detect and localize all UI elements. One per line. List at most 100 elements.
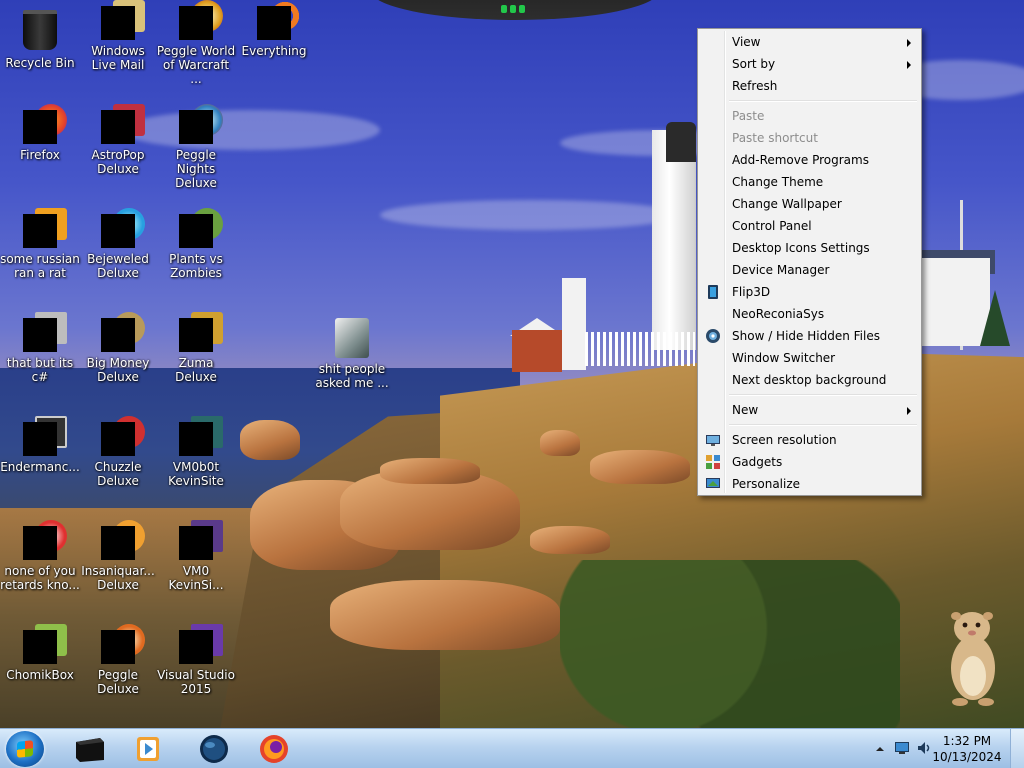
recycle-bin-icon [23,10,57,50]
menu-item-new[interactable]: New [700,399,919,421]
menu-item-label: Personalize [732,477,801,491]
menu-item-show-hide-hidden-files[interactable]: Show / Hide Hidden Files [700,325,919,347]
desktop-icon-astropop[interactable]: AstroPop Deluxe [78,104,158,176]
terminal-icon[interactable] [70,732,110,766]
menu-item-device-manager[interactable]: Device Manager [700,259,919,281]
desktop-icon-zuma[interactable]: Zuma Deluxe [156,312,236,384]
personalize-icon [706,478,720,488]
desktop-icon-label: Zuma Deluxe [175,356,217,384]
plants-vs-zombies-icon [179,208,223,248]
peggle-nights-icon [179,104,223,144]
media-player-icon[interactable] [128,732,168,766]
show-hidden-icons-icon[interactable] [876,745,884,753]
menu-item-neoreconiasys[interactable]: NeoReconiaSys [700,303,919,325]
desktop-context-menu: View Sort by Refresh Paste Paste shortcu… [697,28,922,496]
desktop-icon-big-money[interactable]: Big Money Deluxe [78,312,158,384]
menu-item-label: Add-Remove Programs [732,153,869,167]
desktop-icon-peggle-deluxe[interactable]: Peggle Deluxe [78,624,158,696]
menu-item-change-theme[interactable]: Change Theme [700,171,919,193]
globe-icon[interactable] [194,732,234,766]
zuma-icon [179,312,223,352]
menu-separator [700,97,919,105]
desktop-icon-peggle-nights[interactable]: Peggle Nights Deluxe [156,104,236,190]
menu-item-label: Screen resolution [732,433,837,447]
white-tower [562,278,586,370]
menu-item-label: New [732,403,759,417]
desktop-icon-label: some russian ran a rat [0,252,80,280]
desktop-icon-label: Insaniquar... Deluxe [81,564,155,592]
desktop-icon-firefox[interactable]: Firefox [0,104,80,162]
desktop-icon-none-of-you[interactable]: none of you retards kno... [0,520,80,592]
astropop-icon [101,104,145,144]
desktop-icon-label: Bejeweled Deluxe [87,252,149,280]
white-fence [585,332,695,366]
folder-icon [335,318,369,358]
desktop-icon-shit-people-asked[interactable]: shit people asked me ... [312,318,392,390]
menu-item-label: Window Switcher [732,351,836,365]
firefox-icon[interactable] [254,732,294,766]
menu-item-label: Next desktop background [732,373,887,387]
desktop-icon-endermanc[interactable]: Endermanc... [0,416,80,474]
menu-item-window-switcher[interactable]: Window Switcher [700,347,919,369]
menu-item-paste[interactable]: Paste [700,105,919,127]
gadgets-icon [706,455,720,469]
desktop-icon-windows-live-mail[interactable]: Windows Live Mail [78,0,158,72]
menu-item-desktop-icons-settings[interactable]: Desktop Icons Settings [700,237,919,259]
menu-item-flip3d[interactable]: Flip3D [700,281,919,303]
menu-item-personalize[interactable]: Personalize [700,473,919,495]
desktop-icon-label: Firefox [20,148,60,162]
desktop-icon-chuzzle[interactable]: Chuzzle Deluxe [78,416,158,488]
menu-item-screen-resolution[interactable]: Screen resolution [700,429,919,451]
menu-item-label: Show / Hide Hidden Files [732,329,880,343]
app-icon [23,416,67,456]
desktop-icon-visual-studio[interactable]: Visual Studio 2015 [156,624,236,696]
menu-item-add-remove-programs[interactable]: Add-Remove Programs [700,149,919,171]
menu-item-paste-shortcut[interactable]: Paste shortcut [700,127,919,149]
peggle-wow-icon [179,0,223,40]
chomikbox-icon [23,624,67,664]
submenu-arrow-icon [907,39,911,47]
menu-item-label: Sort by [732,57,776,71]
desktop-icon-everything[interactable]: Everything [234,0,314,58]
menu-item-label: View [732,35,761,49]
menu-separator [700,391,919,399]
everything-icon [257,0,301,40]
desktop-icon-chomikbox[interactable]: ChomikBox [0,624,80,682]
menu-item-control-panel[interactable]: Control Panel [700,215,919,237]
desktop-icon-label: Recycle Bin [5,56,75,70]
desktop-icon-recycle-bin[interactable]: Recycle Bin [0,6,80,70]
start-button[interactable] [6,731,44,767]
desktop-icon-label: that but its c# [6,356,74,384]
monitor-icon [706,435,720,446]
network-icon[interactable] [894,741,910,755]
big-money-icon [101,312,145,352]
desktop-icon-that-but-its-c[interactable]: that but its c# [0,312,80,384]
desktop-icon-some-russian[interactable]: some russian ran a rat [0,208,80,280]
menu-item-gadgets[interactable]: Gadgets [700,451,919,473]
clock[interactable]: 1:32 PM 10/13/2024 [932,733,1002,765]
hamster-gadget-icon[interactable] [942,606,1004,706]
desktop-icon-vm0b0t[interactable]: VM0b0t KevinSite [156,416,236,488]
menu-item-view[interactable]: View [700,31,919,53]
desktop-icon-insaniquarium[interactable]: Insaniquar... Deluxe [78,520,158,592]
desktop-icon-vm0-kevinsite[interactable]: VM0 KevinSi... [156,520,236,592]
menu-item-refresh[interactable]: Refresh [700,75,919,97]
app-icon [179,520,223,560]
far-house [920,258,990,346]
show-desktop-button[interactable] [1010,729,1024,768]
desktop-icon-label: AstroPop Deluxe [91,148,145,176]
menu-item-label: Device Manager [732,263,830,277]
menu-item-label: Refresh [732,79,778,93]
volume-icon[interactable] [916,740,932,756]
rock [540,430,580,456]
menu-item-next-desktop-background[interactable]: Next desktop background [700,369,919,391]
menu-item-label: Control Panel [732,219,812,233]
visual-studio-icon [179,624,223,664]
menu-item-change-wallpaper[interactable]: Change Wallpaper [700,193,919,215]
desktop-icon-peggle-wow[interactable]: Peggle World of Warcraft ... [156,0,236,86]
taskbar: 1:32 PM 10/13/2024 [0,728,1024,768]
menu-item-sort-by[interactable]: Sort by [700,53,919,75]
desktop-icon-plants-vs-zombies[interactable]: Plants vs Zombies [156,208,236,280]
desktop-icon-bejeweled[interactable]: Bejeweled Deluxe [78,208,158,280]
clock-time: 1:32 PM [942,734,992,748]
